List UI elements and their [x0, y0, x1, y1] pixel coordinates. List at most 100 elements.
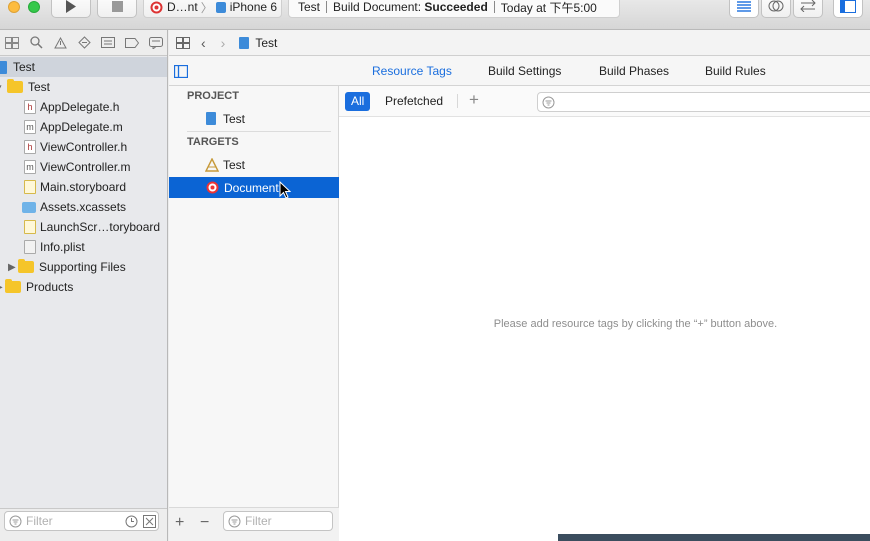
add-target-button[interactable]: + — [175, 514, 184, 532]
toolbar: D…nt 〉 iPhone 6 Test Build Document: Suc… — [0, 0, 870, 30]
minimize-button[interactable] — [8, 1, 20, 13]
storyboard-file-icon — [24, 180, 36, 194]
tab-resource-tags[interactable]: Resource Tags — [372, 56, 452, 86]
folder-icon[interactable] — [0, 33, 24, 53]
folder-icon — [5, 279, 21, 293]
tree-item-supporting-files[interactable]: ▶ Supporting Files — [0, 257, 167, 277]
target-item-document[interactable]: Document — [169, 177, 339, 199]
forward-icon[interactable]: › — [221, 35, 226, 51]
disclosure-closed-icon: ▶ — [8, 261, 16, 273]
test-icon[interactable] — [72, 33, 96, 53]
targets-filter-field[interactable]: Filter — [223, 511, 333, 531]
project-file-icon — [239, 36, 250, 49]
activity-time: Today at 下午5:00 — [500, 0, 597, 15]
resource-tags-editor: All Prefetched + Please add resource tag… — [339, 86, 870, 541]
tab-build-phases[interactable]: Build Phases — [599, 56, 669, 86]
project-file-icon — [0, 60, 7, 74]
app-target-icon — [205, 157, 219, 172]
project-file-icon — [206, 112, 216, 125]
tree-item-label: LaunchScr…toryboard — [40, 220, 161, 234]
targets-section-header: TARGETS — [187, 136, 239, 148]
jump-bar-crumb[interactable]: Test — [255, 36, 277, 50]
scheme-device-label: iPhone 6 — [229, 0, 278, 14]
scheme-selector[interactable]: D…nt 〉 iPhone 6 — [143, 0, 282, 18]
filter-icon — [542, 96, 555, 109]
hide-project-list-icon[interactable] — [174, 65, 188, 78]
activity-separator — [326, 1, 328, 13]
targets-filter-placeholder: Filter — [245, 514, 272, 528]
tree-item-label: ViewController.h — [40, 140, 128, 154]
tree-item-appdelegate-m[interactable]: m AppDelegate.m — [0, 117, 167, 137]
assistant-editor-button[interactable] — [761, 0, 791, 18]
standard-editor-button[interactable] — [729, 0, 759, 18]
scm-status-icon[interactable] — [143, 515, 156, 528]
disclosure-open-icon: ▾ — [0, 82, 7, 93]
zoom-button[interactable] — [28, 1, 40, 13]
activity-project: Test — [298, 0, 321, 14]
tree-item-label: AppDelegate.h — [40, 100, 120, 114]
debug-icon[interactable] — [96, 33, 120, 53]
run-button[interactable] — [51, 0, 91, 18]
scheme-target-label: D…nt — [167, 0, 198, 14]
navigator-filter-field[interactable]: Filter — [4, 511, 159, 531]
source-file-icon: m — [24, 160, 36, 174]
tree-item-assets[interactable]: Assets.xcassets — [0, 197, 167, 217]
target-item-label: Test — [223, 157, 246, 172]
tree-item-label: Info.plist — [40, 240, 85, 254]
navigator-filter-placeholder: Filter — [26, 514, 53, 528]
related-items-icon[interactable] — [176, 36, 190, 49]
header-file-icon: h — [24, 140, 36, 154]
tags-search-field[interactable] — [537, 92, 870, 112]
warning-icon[interactable] — [48, 33, 72, 53]
play-icon — [66, 0, 76, 13]
navigator-toggle-button[interactable] — [833, 0, 863, 18]
tree-item-products[interactable]: ▶ Products — [0, 277, 167, 297]
tree-item-info-plist[interactable]: Info.plist — [0, 237, 167, 257]
version-editor-button[interactable] — [793, 0, 823, 18]
tree-item-label: Main.storyboard — [40, 180, 127, 194]
folder-icon — [7, 79, 23, 93]
tree-item-viewcontroller-h[interactable]: h ViewController.h — [0, 137, 167, 157]
tree-item-main-storyboard[interactable]: Main.storyboard — [0, 177, 167, 197]
tab-build-rules[interactable]: Build Rules — [705, 56, 766, 86]
activity-status-prefix: Build Document: — [333, 0, 422, 14]
assets-folder-icon — [22, 201, 36, 213]
filter-prefetched-button[interactable]: Prefetched — [385, 94, 443, 108]
tree-root-label: Test — [13, 60, 36, 74]
filter-all-button[interactable]: All — [345, 92, 371, 111]
activity-viewer: Test Build Document: Succeeded Today at … — [288, 0, 620, 18]
toolbar-divider — [457, 94, 458, 108]
target-item-label: Document — [224, 180, 279, 195]
back-icon[interactable]: ‹ — [201, 35, 206, 51]
add-tag-button[interactable]: + — [469, 90, 479, 110]
project-item-label: Test — [223, 111, 246, 126]
editor-tab-bar: Resource Tags Build Settings Build Phase… — [169, 56, 870, 86]
breakpoint-icon[interactable] — [120, 33, 144, 53]
version-editor-icon — [800, 0, 816, 12]
plist-file-icon — [24, 240, 36, 254]
tree-item-label: ViewController.m — [40, 160, 131, 174]
target-item-test[interactable]: Test — [169, 154, 339, 175]
tab-build-settings[interactable]: Build Settings — [488, 56, 561, 86]
resource-tags-toolbar: All Prefetched + — [339, 86, 870, 117]
remove-target-button[interactable]: − — [200, 514, 209, 532]
tree-item-launchscreen[interactable]: LaunchScr…toryboard — [0, 217, 167, 237]
filter-icon — [228, 515, 241, 527]
search-icon[interactable] — [24, 33, 48, 53]
empty-state-message: Please add resource tags by clicking the… — [493, 318, 778, 330]
jump-bar: ‹ › Test — [169, 30, 870, 56]
tree-item-appdelegate-h[interactable]: h AppDelegate.h — [0, 97, 167, 117]
tree-item-label: Supporting Files — [39, 260, 126, 274]
header-file-icon: h — [24, 100, 36, 114]
activity-status-result: Succeeded — [424, 0, 488, 14]
navigator-toggle-icon — [840, 0, 856, 13]
tree-root-project[interactable]: Test — [0, 57, 167, 77]
report-icon[interactable] — [144, 33, 167, 53]
desktop-background — [558, 534, 870, 541]
tree-item-viewcontroller-m[interactable]: m ViewController.m — [0, 157, 167, 177]
tree-item-test-group[interactable]: ▾ Test — [0, 77, 167, 97]
recent-files-icon[interactable] — [125, 515, 138, 528]
project-item[interactable]: Test — [169, 108, 339, 129]
project-navigator: Test ▾ Test h AppDelegate.h m AppDelegat… — [0, 30, 168, 541]
stop-button[interactable] — [97, 0, 137, 18]
